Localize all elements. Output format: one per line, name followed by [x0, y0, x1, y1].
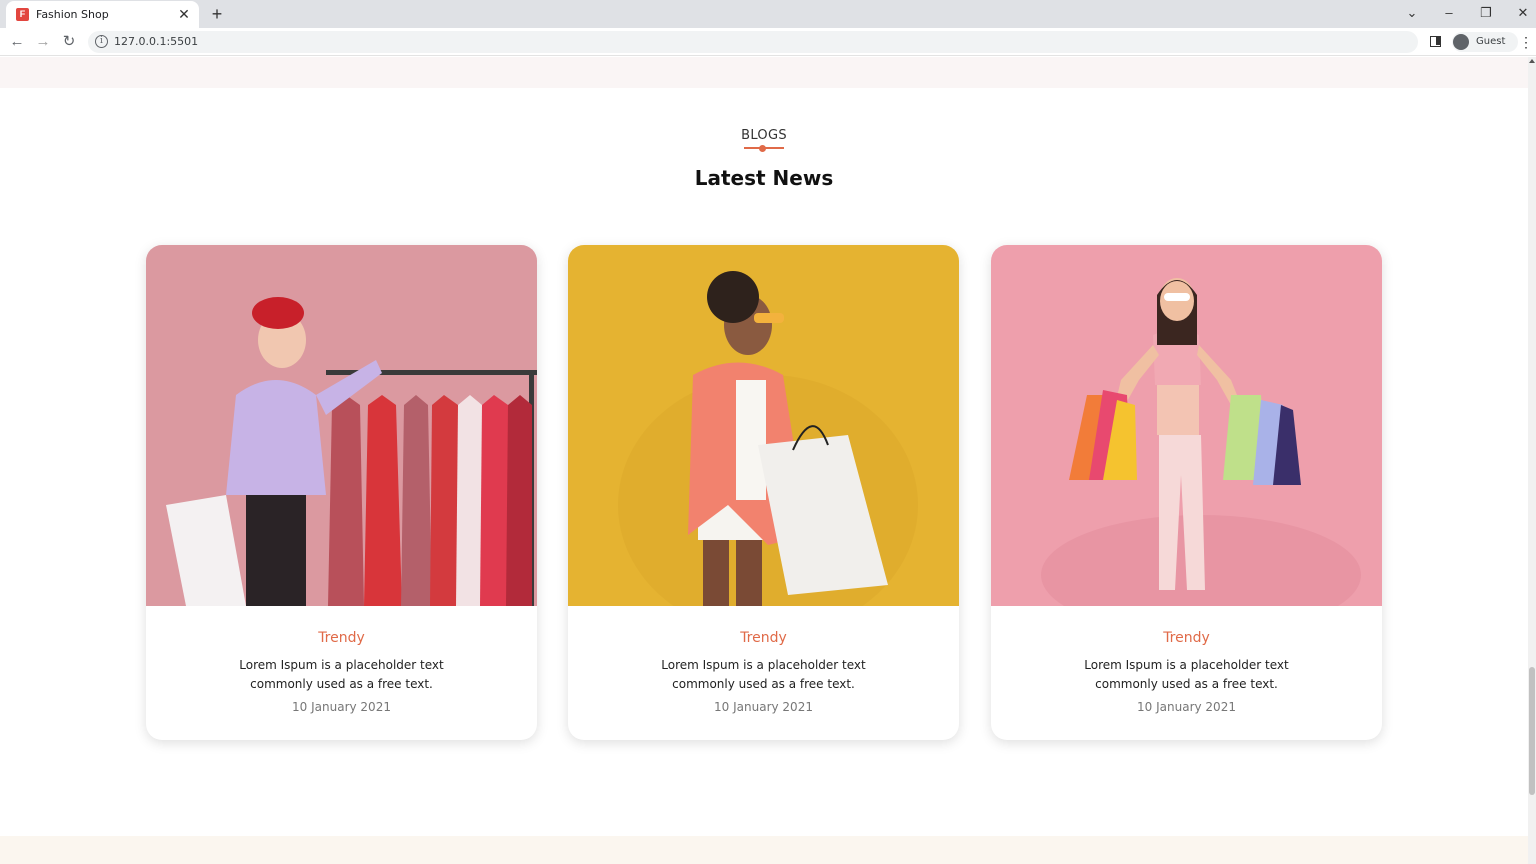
back-icon[interactable]: ← [7, 32, 27, 52]
new-tab-icon[interactable]: + [208, 4, 226, 24]
woman-with-clothes-rack-photo [146, 245, 537, 606]
card-category[interactable]: Trendy [568, 630, 959, 646]
favicon-icon: F [16, 8, 29, 21]
section-title: Latest News [694, 166, 834, 190]
tab-search-icon[interactable]: ⌄ [1402, 4, 1422, 22]
reload-icon[interactable]: ↻ [59, 32, 79, 52]
url-text: 127.0.0.1:5501 [114, 35, 199, 48]
side-panel-icon[interactable] [1430, 36, 1441, 47]
woman-with-shopping-bags-photo [568, 245, 959, 606]
title-divider-dot [759, 145, 766, 152]
next-section-strip [0, 836, 1528, 864]
close-window-icon[interactable]: ✕ [1513, 4, 1533, 22]
browser-tab[interactable]: F Fashion Shop ✕ [6, 1, 199, 28]
blog-card[interactable]: Trendy Lorem Ispum is a placeholder text… [568, 245, 959, 740]
scroll-up-icon[interactable] [1529, 59, 1535, 63]
card-text[interactable]: Lorem Ispum is a placeholder text common… [1061, 656, 1312, 694]
restore-icon[interactable]: ❐ [1476, 4, 1496, 22]
site-info-icon[interactable]: i [95, 35, 108, 48]
blog-card[interactable]: Trendy Lorem Ispum is a placeholder text… [146, 245, 537, 740]
profile-label: Guest [1476, 36, 1506, 47]
card-date: 10 January 2021 [292, 700, 391, 714]
minimize-icon[interactable]: – [1439, 4, 1459, 22]
card-category[interactable]: Trendy [991, 630, 1382, 646]
blog-card[interactable]: Trendy Lorem Ispum is a placeholder text… [991, 245, 1382, 740]
card-category[interactable]: Trendy [146, 630, 537, 646]
browser-toolbar: ← → ↻ i 127.0.0.1:5501 Guest ⋮ [0, 28, 1536, 56]
card-date: 10 January 2021 [714, 700, 813, 714]
close-tab-icon[interactable]: ✕ [177, 6, 191, 22]
card-text[interactable]: Lorem Ispum is a placeholder text common… [638, 656, 889, 694]
card-date: 10 January 2021 [1137, 700, 1236, 714]
avatar-icon [1453, 34, 1469, 50]
section-tag: BLOGS [741, 128, 787, 143]
page-scrollbar[interactable] [1528, 57, 1536, 864]
kebab-menu-icon[interactable]: ⋮ [1519, 34, 1533, 50]
forward-icon[interactable]: → [33, 32, 53, 52]
address-bar[interactable]: i 127.0.0.1:5501 [88, 31, 1418, 53]
scroll-thumb[interactable] [1529, 667, 1535, 795]
previous-section-strip [0, 57, 1528, 88]
profile-button[interactable]: Guest [1452, 32, 1518, 52]
tab-strip: F Fashion Shop ✕ + ⌄ – ❐ ✕ [0, 0, 1536, 28]
woman-with-colorful-bags-photo [991, 245, 1382, 606]
tab-title: Fashion Shop [36, 8, 109, 21]
card-text[interactable]: Lorem Ispum is a placeholder text common… [216, 656, 467, 694]
